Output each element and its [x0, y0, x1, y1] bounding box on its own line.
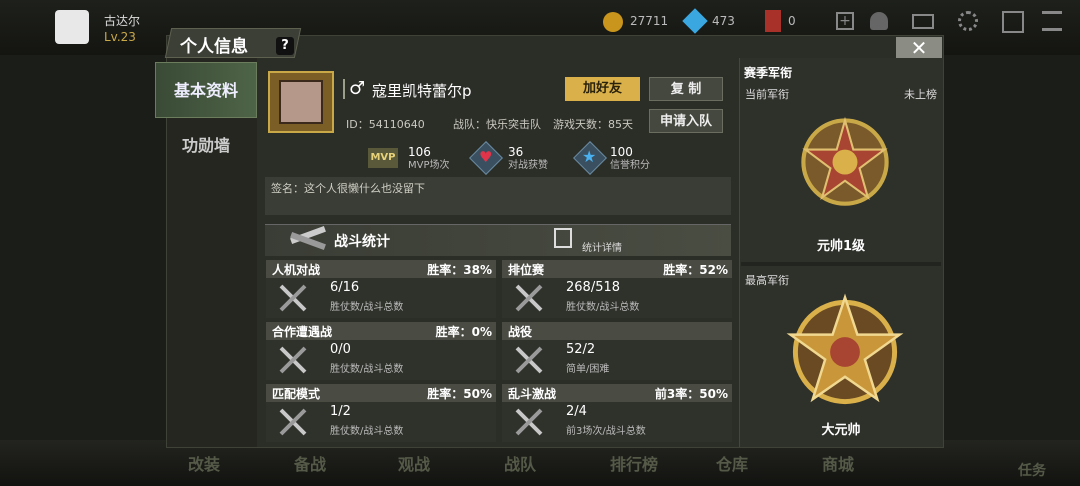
- rank-divider: [741, 262, 941, 266]
- crossed-guns-icon: [515, 346, 543, 374]
- highest-rank-name: 大元帅: [821, 423, 861, 438]
- crossed-guns-icon: [515, 408, 543, 436]
- player-name: 古达尔: [104, 14, 141, 28]
- copy-button[interactable]: 复 制: [649, 77, 723, 101]
- credit-label: 信誉积分: [610, 160, 650, 171]
- card-label: 胜仗数/战斗总数: [330, 426, 404, 437]
- stat-card-campaign: 战役 52/2 简单/困难: [502, 322, 732, 380]
- tab-merit-wall[interactable]: 功勋墙: [155, 118, 257, 174]
- card-title: 人机对战: [272, 263, 321, 277]
- card-rate: 胜率：38%: [427, 263, 492, 277]
- card-label: 胜仗数/战斗总数: [330, 302, 404, 313]
- stat-card-ranked: 排位赛 胜率：52% 268/518 胜仗数/战斗总数: [502, 260, 732, 318]
- diamond-count: 473: [712, 14, 735, 28]
- crossed-guns-icon: [279, 346, 307, 374]
- card-label: 胜仗数/战斗总数: [330, 364, 404, 375]
- likes-stat: 36 对战获赞: [508, 145, 548, 173]
- name-divider: [343, 79, 345, 99]
- card-title: 乱斗激战: [508, 387, 557, 401]
- credit-value: 100: [610, 145, 633, 159]
- mvp-icon: MVP: [368, 148, 398, 168]
- player-id: ID：54110640: [346, 118, 425, 131]
- card-title: 排位赛: [508, 263, 545, 277]
- card-label: 简单/困难: [566, 364, 610, 375]
- mvp-stat: 106 MVP场次: [408, 145, 450, 173]
- card-rate: 胜率：0%: [435, 325, 492, 339]
- avatar[interactable]: [55, 10, 89, 44]
- modal-title: 个人信息: [180, 37, 248, 57]
- crossed-guns-icon: [279, 408, 307, 436]
- rank-section-title: 赛季军衔: [744, 66, 793, 80]
- close-button[interactable]: ✕: [896, 37, 942, 59]
- card-rate: 前3率：50%: [654, 387, 728, 401]
- card-title: 匹配模式: [272, 387, 321, 401]
- gold-icon: [603, 12, 623, 32]
- card-value: 0/0: [330, 342, 351, 357]
- highest-rank-label: 最高军衔: [745, 274, 789, 287]
- nav-item-team[interactable]: 战队: [504, 451, 536, 475]
- card-header: [502, 322, 732, 340]
- stat-card-match: 匹配模式 胜率：50% 1/2 胜仗数/战斗总数: [266, 384, 496, 442]
- apply-team-button[interactable]: 申请入队: [649, 109, 723, 133]
- male-icon: ♂: [349, 78, 366, 99]
- current-rank-name: 元帅1级: [816, 239, 866, 254]
- player-level: Lv.23: [104, 30, 136, 44]
- nav-item-storage[interactable]: 仓库: [716, 451, 748, 475]
- mvp-label: MVP场次: [408, 160, 450, 171]
- stat-card-coop: 合作遭遇战 胜率：0% 0/0 胜仗数/战斗总数: [266, 322, 496, 380]
- friends-icon[interactable]: [870, 12, 888, 30]
- current-rank-status: 未上榜: [904, 88, 937, 101]
- card-value: 1/2: [330, 404, 351, 419]
- likes-label: 对战获赞: [508, 160, 548, 171]
- card-value: 268/518: [566, 280, 621, 295]
- star-glyph: ★: [582, 147, 597, 166]
- nav-item-task[interactable]: 任务: [1018, 460, 1046, 480]
- settings-icon[interactable]: [958, 11, 978, 31]
- stat-card-pve: 人机对战 胜率：38% 6/16 胜仗数/战斗总数: [266, 260, 496, 318]
- nav-item-shop[interactable]: 商城: [822, 451, 854, 475]
- marshal-badge-icon: [801, 116, 889, 206]
- avatar-photo: [279, 80, 323, 124]
- ticket-count: 0: [788, 14, 796, 28]
- play-days: 游戏天数：85天: [553, 118, 633, 131]
- grand-marshal-badge-icon: [786, 293, 904, 405]
- detail-icon[interactable]: [554, 228, 572, 248]
- add-icon[interactable]: +: [836, 12, 854, 30]
- card-label: 前3场次/战斗总数: [566, 426, 646, 437]
- nav-item-rank[interactable]: 排行榜: [610, 451, 658, 475]
- help-icon[interactable]: ?: [276, 37, 294, 55]
- credit-stat: 100 信誉积分: [610, 145, 650, 173]
- tab-basic-info[interactable]: 基本资料: [155, 62, 257, 118]
- card-title: 合作遭遇战: [272, 325, 333, 339]
- current-rank-label: 当前军衔: [745, 88, 789, 101]
- crossed-guns-icon: [279, 284, 307, 312]
- player-team: 战队：快乐突击队: [453, 118, 541, 131]
- nav-item-mod[interactable]: 改装: [188, 451, 220, 475]
- card-value: 52/2: [566, 342, 596, 357]
- likes-value: 36: [508, 145, 524, 159]
- card-value: 2/4: [566, 404, 587, 419]
- add-friend-button[interactable]: 加好友: [565, 77, 640, 101]
- profile-name: 寇里凯特蕾尔p: [372, 82, 472, 100]
- battle-stats-title: 战斗统计: [334, 234, 390, 250]
- card-label: 胜仗数/战斗总数: [566, 302, 640, 313]
- heart-glyph: ♥: [479, 148, 493, 166]
- ticket-icon: [765, 10, 781, 32]
- stat-card-brawl: 乱斗激战 前3率：50% 2/4 前3场次/战斗总数: [502, 384, 732, 442]
- card-rate: 胜率：52%: [663, 263, 728, 277]
- profile-avatar: [268, 71, 334, 133]
- stats-detail-link[interactable]: 统计详情: [582, 239, 622, 254]
- gold-count: 27711: [630, 14, 669, 28]
- mvp-value: 106: [408, 145, 431, 159]
- book-icon[interactable]: [1002, 11, 1024, 33]
- signature: 签名：这个人很懒什么也没留下: [265, 177, 731, 215]
- nav-item-watch[interactable]: 观战: [398, 451, 430, 475]
- card-title: 战役: [508, 325, 533, 339]
- crossed-guns-icon: [515, 284, 543, 312]
- menu-icon[interactable]: [1042, 11, 1062, 31]
- card-value: 6/16: [330, 280, 360, 295]
- nav-item-prepare[interactable]: 备战: [294, 451, 326, 475]
- card-rate: 胜率：50%: [427, 387, 492, 401]
- mail-icon[interactable]: [912, 14, 934, 29]
